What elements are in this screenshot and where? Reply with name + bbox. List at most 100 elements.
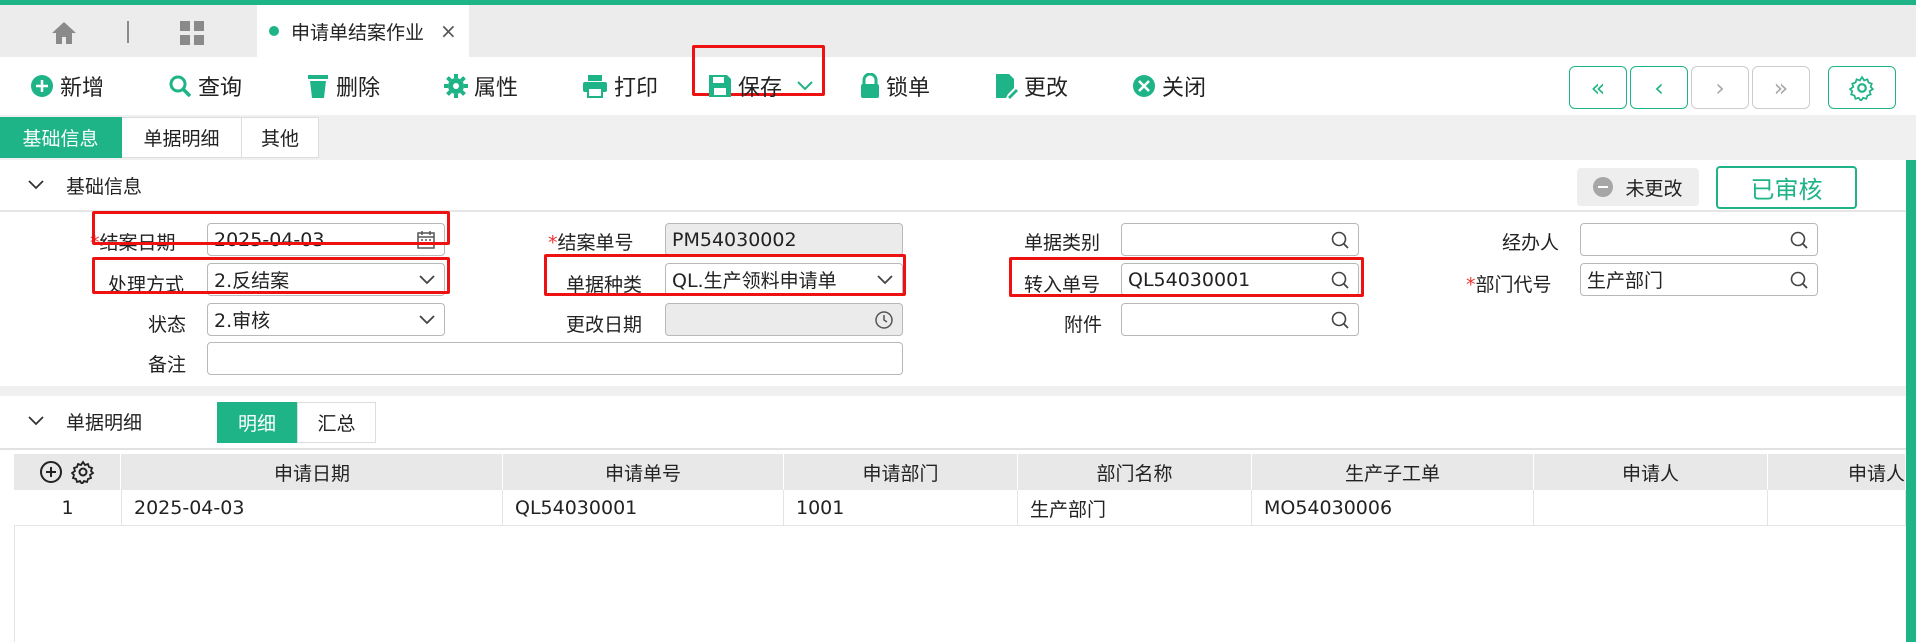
save-button[interactable]: 保存 (708, 69, 820, 103)
remark-field[interactable] (207, 342, 903, 375)
col-apply-dept[interactable]: 申请部门 (784, 454, 1018, 490)
close-circle-icon (1133, 75, 1155, 97)
status-select[interactable]: 2.审核 (207, 303, 445, 336)
basic-info-section: 基础信息 未更改 已审核 *结案日期 2025-04-03 *结案单号 PM54… (0, 160, 1906, 386)
gear-icon (444, 74, 468, 98)
lock-button[interactable]: 锁单 (860, 69, 930, 103)
chevron-down-icon[interactable] (28, 180, 44, 190)
lock-label: 锁单 (886, 76, 931, 101)
col-applicant-2[interactable]: 申请人 (1768, 454, 1906, 490)
doc-type-highlight-box (544, 254, 906, 296)
print-button[interactable]: 打印 (582, 69, 658, 103)
toolbar: 新增 查询 删除 属性 打印 保存 锁单 更改 关闭 « ‹ › » (0, 45, 1916, 115)
unchanged-label: 未更改 (1625, 177, 1683, 200)
transfer-no-highlight-box (1009, 257, 1364, 297)
add-row-icon[interactable] (39, 460, 63, 484)
cell-mo[interactable]: MO54030006 (1252, 490, 1534, 526)
modify-label: 更改 (1024, 76, 1069, 101)
save-label: 保存 (738, 76, 783, 101)
modify-button[interactable]: 更改 (994, 69, 1068, 103)
tab-close-application[interactable]: 申请单结案作业 × (257, 5, 469, 57)
cell-applicant[interactable] (1534, 490, 1768, 526)
status-label: 状态 (148, 314, 187, 336)
active-dot-icon (269, 26, 279, 36)
settings-button[interactable] (1828, 66, 1896, 109)
col-dept-name[interactable]: 部门名称 (1018, 454, 1252, 490)
clock-icon[interactable] (874, 310, 894, 330)
close-tab-icon[interactable]: × (440, 19, 457, 43)
col-apply-no[interactable]: 申请单号 (503, 454, 784, 490)
attachment-label: 附件 (1064, 314, 1103, 336)
prev-record-button[interactable]: ‹ (1630, 66, 1688, 109)
edit-document-icon (996, 74, 1018, 99)
query-button[interactable]: 查询 (168, 69, 242, 103)
modify-date-label: 更改日期 (566, 314, 643, 336)
properties-label: 属性 (474, 76, 519, 101)
lock-icon (861, 73, 879, 98)
subtab-summary[interactable]: 汇总 (297, 402, 376, 443)
remark-label: 备注 (148, 354, 187, 376)
delete-button[interactable]: 删除 (306, 69, 380, 103)
section-title: 单据明细 (66, 411, 143, 434)
chevron-down-icon[interactable] (418, 310, 436, 328)
search-icon (169, 75, 192, 98)
search-icon[interactable] (1330, 310, 1350, 330)
vertical-scrollbar[interactable] (1906, 160, 1916, 642)
doc-detail-section: 单据明细 明细 汇总 申请日期 申请单号 申请部门 部门名称 生产子工单 申请人… (0, 396, 1906, 642)
table-row[interactable]: 1 2025-04-03 QL54030001 1001 生产部门 MO5403… (14, 490, 1906, 526)
modify-date-field[interactable] (665, 303, 903, 336)
cell-apply-date[interactable]: 2025-04-03 (122, 490, 503, 526)
chevron-down-icon[interactable] (28, 416, 44, 426)
dept-code-value: 生产部门 (1587, 270, 1664, 292)
handler-field[interactable] (1580, 223, 1818, 256)
cell-dept-name[interactable]: 生产部门 (1018, 490, 1252, 526)
detail-subtabs: 明细 汇总 (217, 402, 376, 443)
col-apply-date[interactable]: 申请日期 (122, 454, 503, 490)
col-applicant[interactable]: 申请人 (1534, 454, 1768, 490)
tab-doc-detail[interactable]: 单据明细 (122, 117, 242, 158)
tab-label: 申请单结案作业 (291, 21, 425, 44)
search-icon[interactable] (1789, 230, 1809, 250)
col-mo[interactable]: 生产子工单 (1252, 454, 1534, 490)
dept-code-field[interactable]: 生产部门 (1580, 263, 1818, 296)
first-record-button[interactable]: « (1569, 66, 1627, 109)
process-mode-highlight-box (92, 257, 450, 294)
search-icon[interactable] (1330, 230, 1350, 250)
tab-separator (127, 21, 129, 43)
print-label: 打印 (614, 76, 659, 101)
home-icon[interactable] (46, 15, 82, 51)
dept-code-label: *部门代号 (1466, 274, 1552, 296)
close-no-field[interactable]: PM54030002 (665, 223, 903, 256)
chevron-down-icon[interactable] (796, 80, 814, 92)
handler-label: 经办人 (1502, 232, 1560, 254)
query-label: 查询 (198, 76, 243, 101)
doc-category-field[interactable] (1121, 223, 1359, 256)
trash-icon (308, 75, 328, 98)
tab-bar: 申请单结案作业 × (0, 5, 1916, 57)
next-record-button[interactable]: › (1691, 66, 1749, 109)
close-no-value: PM54030002 (672, 228, 797, 251)
add-label: 新增 (60, 76, 105, 101)
attachment-field[interactable] (1121, 303, 1359, 336)
subtab-detail[interactable]: 明细 (217, 402, 297, 443)
approved-stamp: 已审核 (1716, 166, 1857, 209)
column-settings-icon[interactable] (71, 460, 95, 484)
tab-basic-info[interactable]: 基础信息 (0, 117, 122, 158)
cell-apply-dept[interactable]: 1001 (784, 490, 1018, 526)
last-record-button[interactable]: » (1752, 66, 1810, 109)
close-no-label: *结案单号 (548, 232, 634, 254)
status-value: 2.审核 (214, 310, 271, 332)
search-icon[interactable] (1789, 270, 1809, 290)
doc-category-label: 单据类别 (1024, 232, 1101, 254)
minus-circle-icon (1593, 177, 1614, 197)
section-tabs: 基础信息 单据明细 其他 (0, 117, 319, 158)
properties-button[interactable]: 属性 (444, 69, 518, 103)
unchanged-badge: 未更改 (1577, 168, 1699, 206)
close-button[interactable]: 关闭 (1132, 69, 1206, 103)
cell-apply-no[interactable]: QL54030001 (503, 490, 784, 526)
add-button[interactable]: 新增 (30, 69, 104, 103)
section-divider (0, 448, 1906, 450)
app-grid-icon[interactable] (174, 15, 210, 51)
cell-applicant-2[interactable] (1768, 490, 1906, 526)
tab-other[interactable]: 其他 (242, 117, 319, 158)
